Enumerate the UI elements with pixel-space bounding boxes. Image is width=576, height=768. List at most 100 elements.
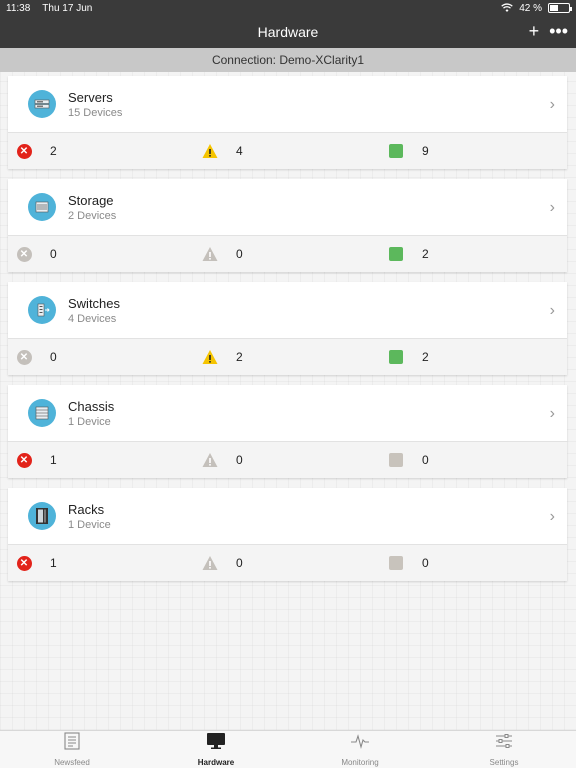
status-summary: ✕ 2 4 9 bbox=[8, 132, 567, 169]
critical-stat[interactable]: ✕ 0 bbox=[16, 246, 57, 262]
warning-stat[interactable]: 0 bbox=[202, 555, 243, 571]
tab-label: Newsfeed bbox=[54, 758, 90, 767]
category-card-racks: Racks 1 Device › ✕ 1 0 0 bbox=[8, 488, 567, 581]
device-count: 2 Devices bbox=[68, 209, 117, 222]
category-row[interactable]: Servers 15 Devices › bbox=[8, 76, 567, 132]
critical-count: 0 bbox=[50, 247, 57, 261]
status-date: Thu 17 Jun bbox=[42, 2, 93, 14]
device-count: 4 Devices bbox=[68, 312, 117, 325]
storage-icon bbox=[28, 193, 56, 221]
normal-count: 2 bbox=[422, 350, 429, 364]
battery-icon bbox=[548, 3, 572, 13]
status-bar: 11:38 Thu 17 Jun 42 % bbox=[0, 0, 576, 16]
chassis-icon bbox=[28, 399, 56, 427]
category-row[interactable]: Switches 4 Devices › bbox=[8, 282, 567, 338]
category-title: Servers bbox=[68, 89, 113, 105]
warning-icon bbox=[202, 246, 218, 262]
nav-bar: Hardware + ••• bbox=[0, 16, 576, 48]
switch-icon bbox=[28, 296, 56, 324]
status-summary: ✕ 0 0 2 bbox=[8, 235, 567, 272]
warning-count: 2 bbox=[236, 350, 243, 364]
status-summary: ✕ 0 2 2 bbox=[8, 338, 567, 375]
warning-icon bbox=[202, 452, 218, 468]
tab-label: Hardware bbox=[197, 758, 235, 767]
normal-count: 0 bbox=[422, 556, 429, 570]
warning-icon bbox=[202, 143, 218, 159]
more-icon[interactable]: ••• bbox=[549, 20, 568, 42]
tab-label: Monitoring bbox=[341, 758, 379, 767]
normal-count: 2 bbox=[422, 247, 429, 261]
normal-count: 9 bbox=[422, 144, 429, 158]
sliders-icon bbox=[494, 732, 514, 755]
normal-stat[interactable]: 0 bbox=[388, 452, 429, 468]
critical-count: 0 bbox=[50, 350, 57, 364]
category-row[interactable]: Racks 1 Device › bbox=[8, 488, 567, 544]
chevron-right-icon: › bbox=[549, 508, 555, 525]
critical-icon: ✕ bbox=[16, 349, 32, 365]
critical-icon: ✕ bbox=[16, 143, 32, 159]
category-card-chassis: Chassis 1 Device › ✕ 1 0 0 bbox=[8, 385, 567, 478]
tab-newsfeed[interactable]: Newsfeed bbox=[0, 731, 144, 768]
tab-settings[interactable]: Settings bbox=[432, 731, 576, 768]
warning-count: 0 bbox=[236, 247, 243, 261]
category-row[interactable]: Chassis 1 Device › bbox=[8, 385, 567, 441]
normal-icon bbox=[389, 144, 403, 158]
tab-bar: Newsfeed Hardware Monitoring Settings bbox=[0, 730, 576, 768]
warning-stat[interactable]: 4 bbox=[202, 143, 243, 159]
wifi-icon bbox=[501, 3, 513, 12]
add-icon[interactable]: + bbox=[529, 20, 540, 42]
page-title: Hardware bbox=[257, 24, 319, 40]
status-summary: ✕ 1 0 0 bbox=[8, 441, 567, 478]
warning-count: 4 bbox=[236, 144, 243, 158]
critical-stat[interactable]: ✕ 0 bbox=[16, 349, 57, 365]
tab-label: Settings bbox=[489, 758, 519, 767]
warning-count: 0 bbox=[236, 556, 243, 570]
warning-count: 0 bbox=[236, 453, 243, 467]
rack-icon bbox=[28, 502, 56, 530]
battery-percent: 42 % bbox=[519, 2, 542, 14]
chevron-right-icon: › bbox=[549, 302, 555, 319]
normal-icon bbox=[389, 350, 403, 364]
category-card-storage: Storage 2 Devices › ✕ 0 0 2 bbox=[8, 179, 567, 272]
tab-hardware[interactable]: Hardware bbox=[144, 731, 288, 768]
warning-stat[interactable]: 0 bbox=[202, 452, 243, 468]
normal-stat[interactable]: 2 bbox=[388, 246, 429, 262]
category-row[interactable]: Storage 2 Devices › bbox=[8, 179, 567, 235]
normal-icon bbox=[389, 453, 403, 467]
chevron-right-icon: › bbox=[549, 96, 555, 113]
normal-stat[interactable]: 9 bbox=[388, 143, 429, 159]
category-card-switches: Switches 4 Devices › ✕ 0 2 2 bbox=[8, 282, 567, 375]
critical-count: 2 bbox=[50, 144, 57, 158]
device-count: 1 Device bbox=[68, 415, 111, 428]
critical-stat[interactable]: ✕ 2 bbox=[16, 143, 57, 159]
connection-banner: Connection: Demo-XClarity1 bbox=[0, 48, 576, 72]
device-count: 1 Device bbox=[68, 518, 111, 531]
warning-stat[interactable]: 2 bbox=[202, 349, 243, 365]
critical-stat[interactable]: ✕ 1 bbox=[16, 555, 57, 571]
critical-stat[interactable]: ✕ 1 bbox=[16, 452, 57, 468]
critical-icon: ✕ bbox=[16, 555, 32, 571]
chevron-right-icon: › bbox=[549, 405, 555, 422]
category-title: Storage bbox=[68, 192, 114, 208]
category-title: Racks bbox=[68, 501, 105, 517]
status-time: 11:38 bbox=[6, 2, 31, 14]
normal-icon bbox=[389, 556, 403, 570]
normal-stat[interactable]: 2 bbox=[388, 349, 429, 365]
critical-count: 1 bbox=[50, 453, 57, 467]
category-title: Switches bbox=[68, 295, 121, 311]
category-title: Chassis bbox=[68, 398, 115, 414]
warning-icon bbox=[202, 349, 218, 365]
monitor-icon bbox=[206, 732, 226, 755]
pulse-icon bbox=[350, 732, 370, 755]
tab-monitoring[interactable]: Monitoring bbox=[288, 731, 432, 768]
normal-stat[interactable]: 0 bbox=[388, 555, 429, 571]
critical-icon: ✕ bbox=[16, 452, 32, 468]
normal-icon bbox=[389, 247, 403, 261]
warning-stat[interactable]: 0 bbox=[202, 246, 243, 262]
category-card-servers: Servers 15 Devices › ✕ 2 4 9 bbox=[8, 76, 567, 169]
normal-count: 0 bbox=[422, 453, 429, 467]
critical-count: 1 bbox=[50, 556, 57, 570]
critical-icon: ✕ bbox=[16, 246, 32, 262]
chevron-right-icon: › bbox=[549, 199, 555, 216]
server-icon bbox=[28, 90, 56, 118]
